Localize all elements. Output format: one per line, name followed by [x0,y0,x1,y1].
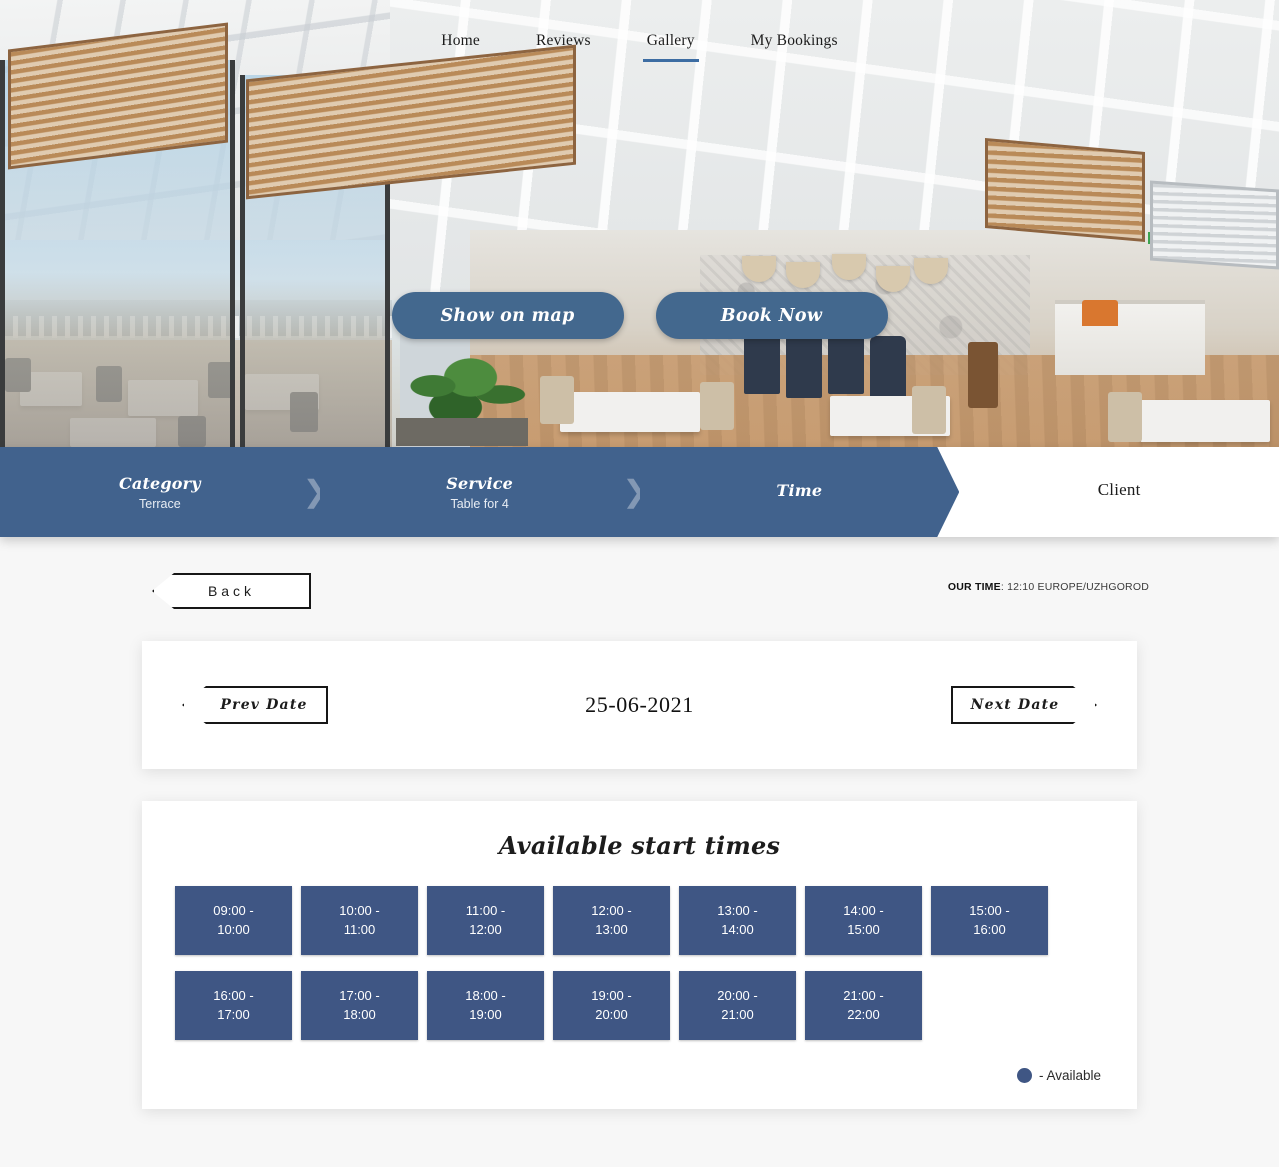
time-slot-start: 17:00 - [339,987,380,1003]
time-slot-start: 11:00 - [465,902,506,918]
step-service-value: Table for 4 [450,496,509,511]
our-time-label: OUR TIME [947,581,1001,593]
time-slot-start: 21:00 - [843,987,884,1003]
hero-actions: Show on map Book Now [0,292,1279,339]
current-date-label: 25-06-2021 [585,692,694,717]
time-slot[interactable]: 10:00 - 11:00 [301,886,418,955]
time-slot-start: 12:00 - [591,902,632,918]
step-client[interactable]: Client [959,447,1279,537]
step-category-title: Category [118,473,201,493]
time-slot[interactable]: 15:00 - 16:00 [931,886,1048,955]
booking-stepper: Category Terrace ❯ Service Table for 4 ❯… [0,447,1279,537]
our-time-info: OUR TIME: 12:10 EUROPE/UZHGOROD [947,581,1149,593]
time-slot[interactable]: 11:00 - 12:00 [427,886,544,955]
time-slot-end: 17:00 [217,1006,250,1022]
nav-item-my-bookings[interactable]: My Bookings [751,32,838,56]
hero-banner: Home Reviews Gallery My Bookings Show on… [0,0,1279,447]
step-category-value: Terrace [139,496,181,511]
time-slot[interactable]: 20:00 - 21:00 [679,971,796,1040]
step-time-title: Time [776,480,823,500]
time-slot[interactable]: 14:00 - 15:00 [805,886,922,955]
nav-item-home[interactable]: Home [441,32,480,56]
available-dot-icon [1016,1068,1032,1083]
time-slot-end: 20:00 [595,1006,628,1022]
time-slot-end: 21:00 [721,1006,754,1022]
primary-navigation[interactable]: Home Reviews Gallery My Bookings [0,0,1279,80]
step-service-title: Service [446,473,514,493]
time-slot[interactable]: 21:00 - 22:00 [805,971,922,1040]
time-slot-end: 18:00 [343,1006,376,1022]
main-content: Back OUR TIME: 12:10 EUROPE/UZHGOROD Pre… [0,537,1279,1109]
step-client-title: Client [1097,480,1141,499]
prev-date-button[interactable]: Prev Date [182,686,328,724]
content-toolbar: Back OUR TIME: 12:10 EUROPE/UZHGOROD [0,559,1279,619]
time-slot-end: 12:00 [469,921,502,937]
time-slot-grid: 09:00 - 10:00 10:00 - 11:00 11:00 - 12:00 12:0… [175,886,1104,1040]
time-slot-start: 14:00 - [843,902,884,918]
time-slot[interactable]: 09:00 - 10:00 [175,886,292,955]
time-slot-start: 20:00 - [717,987,758,1003]
time-slot-end: 13:00 [595,921,628,937]
time-slot-end: 22:00 [847,1006,880,1022]
time-slot-end: 19:00 [469,1006,502,1022]
time-slot-start: 13:00 - [717,902,758,918]
time-slot[interactable]: 12:00 - 13:00 [553,886,670,955]
time-slot-start: 18:00 - [465,987,506,1003]
back-button[interactable]: Back [152,573,311,609]
show-on-map-button[interactable]: Show on map [391,292,624,339]
time-slot[interactable]: 17:00 - 18:00 [301,971,418,1040]
time-slot-end: 11:00 [343,921,376,937]
time-slot[interactable]: 13:00 - 14:00 [679,886,796,955]
time-slot-start: 19:00 - [591,987,632,1003]
time-slot-end: 15:00 [847,921,880,937]
time-slot-end: 10:00 [217,921,250,937]
step-time[interactable]: Time [640,447,960,537]
time-slot-start: 16:00 - [213,987,254,1003]
book-now-button[interactable]: Book Now [655,292,888,339]
time-slot-start: 10:00 - [339,902,380,918]
time-slot-end: 16:00 [973,921,1006,937]
available-times-title: Available start times [498,831,781,860]
nav-item-gallery[interactable]: Gallery [642,32,699,62]
time-slot-start: 15:00 - [969,902,1010,918]
time-slot[interactable]: 18:00 - 19:00 [427,971,544,1040]
step-category[interactable]: Category Terrace ❯ [0,447,328,537]
date-navigation-panel: Prev Date 25-06-2021 Next Date [142,641,1137,769]
next-date-button[interactable]: Next Date [951,686,1097,724]
availability-legend: - Available [175,1068,1104,1083]
time-slot[interactable]: 19:00 - 20:00 [553,971,670,1040]
available-times-panel: Available start times 09:00 - 10:00 10:00 … [142,801,1137,1109]
legend-available-label: - Available [1038,1068,1101,1083]
nav-item-reviews[interactable]: Reviews [536,32,591,56]
time-slot-start: 09:00 - [213,902,254,918]
time-slot[interactable]: 16:00 - 17:00 [175,971,292,1040]
step-service[interactable]: Service Table for 4 ❯ [319,447,648,537]
our-time-value: 12:10 EUROPE/UZHGOROD [1007,581,1149,593]
time-slot-end: 14:00 [721,921,754,937]
